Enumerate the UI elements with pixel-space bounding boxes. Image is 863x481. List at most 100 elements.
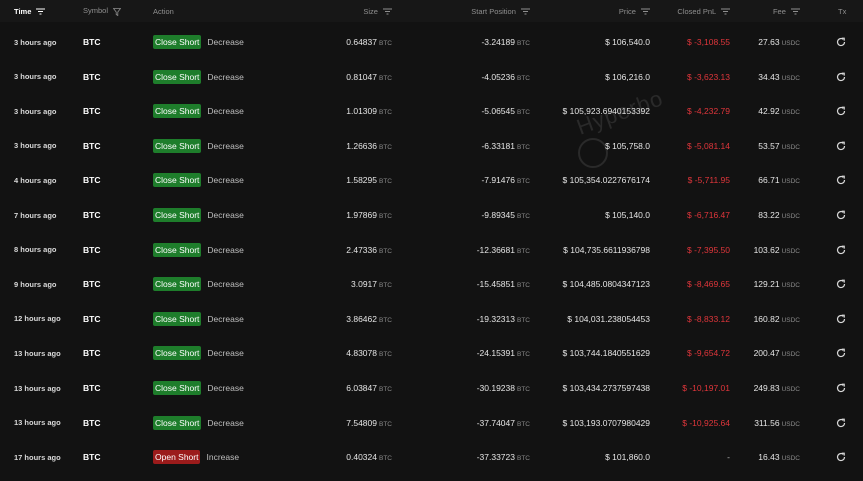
trade-symbol[interactable]: BTC — [83, 245, 100, 255]
size-value: 0.81047 — [346, 71, 377, 82]
fee-value: 16.43 — [758, 452, 780, 463]
start-position-value: -4.05236 — [481, 71, 515, 82]
action-direction: Decrease — [207, 37, 244, 47]
external-link-icon[interactable] — [835, 140, 847, 152]
action-badge: Close Short — [153, 346, 202, 361]
tx-header-label: Tx — [838, 6, 847, 16]
trade-fee: 27.63 USDC — [758, 37, 800, 47]
trade-symbol[interactable]: BTC — [83, 106, 100, 116]
fee-unit: USDC — [781, 282, 800, 290]
trade-time: 7 hours ago — [14, 210, 57, 220]
external-link-icon[interactable] — [835, 451, 847, 463]
trade-price: $ 106,216.0 — [605, 71, 650, 82]
size-column-header[interactable]: Size — [363, 7, 392, 16]
trade-size: 2.47336 BTC — [346, 245, 392, 255]
external-link-icon[interactable] — [835, 105, 847, 117]
trade-symbol[interactable]: BTC — [83, 37, 100, 47]
trade-closed-pnl: $ -8,833.12 — [686, 313, 730, 324]
fee-unit: USDC — [781, 143, 800, 151]
size-unit: BTC — [379, 143, 392, 151]
table-row: 3 hours ago BTC Close Short Decrease 1.2… — [0, 129, 863, 163]
sort-icon[interactable] — [721, 8, 730, 15]
symbol-column-header[interactable]: Symbol — [83, 6, 122, 16]
action-direction: Decrease — [207, 348, 244, 359]
trade-symbol[interactable]: BTC — [83, 210, 100, 220]
external-link-icon[interactable] — [835, 278, 847, 290]
trade-symbol[interactable]: BTC — [83, 452, 100, 462]
price-column-header[interactable]: Price — [619, 7, 650, 16]
trade-closed-pnl: $ -10,925.64 — [682, 417, 730, 428]
tx-column-header: Tx — [838, 7, 846, 16]
sort-icon[interactable] — [791, 8, 800, 15]
fee-unit: USDC — [781, 74, 800, 82]
trade-start-position: -30.19238 BTC — [477, 383, 530, 393]
trade-time: 8 hours ago — [14, 245, 57, 255]
action-badge: Close Short — [153, 104, 202, 119]
trade-time: 3 hours ago — [14, 141, 57, 151]
closed-pnl-column-header[interactable]: Closed PnL — [677, 7, 730, 16]
action-badge: Close Short — [153, 173, 202, 188]
table-row: 13 hours ago BTC Close Short Decrease 4.… — [0, 336, 863, 370]
start-position-unit: BTC — [517, 351, 530, 359]
trade-closed-pnl: $ -4,232.79 — [686, 106, 730, 117]
size-value: 7.54809 — [346, 417, 377, 428]
trade-start-position: -7.91476 BTC — [481, 175, 530, 185]
sort-icon[interactable] — [36, 8, 46, 15]
trade-closed-pnl: $ -3,623.13 — [686, 71, 730, 82]
sort-icon[interactable] — [641, 8, 650, 15]
external-link-icon[interactable] — [835, 313, 847, 325]
trade-symbol[interactable]: BTC — [83, 314, 100, 324]
start-position-column-header[interactable]: Start Position — [471, 7, 530, 16]
action-direction: Increase — [206, 452, 240, 463]
trade-size: 3.0917 BTC — [351, 279, 392, 289]
start-position-unit: BTC — [517, 213, 530, 220]
trade-size: 0.81047 BTC — [346, 72, 392, 82]
start-position-unit: BTC — [517, 247, 530, 255]
trade-action: Open Short Increase — [153, 450, 240, 465]
external-link-icon[interactable] — [835, 36, 847, 48]
external-link-icon[interactable] — [835, 382, 847, 394]
trade-time: 13 hours ago — [14, 348, 61, 358]
fee-header-label: Fee — [772, 6, 786, 16]
start-position-value: -15.45851 — [476, 279, 515, 290]
trade-start-position: -19.32313 BTC — [477, 314, 530, 324]
external-link-icon[interactable] — [835, 347, 847, 359]
time-column-header[interactable]: Time — [14, 7, 46, 16]
fee-unit: USDC — [781, 420, 800, 428]
trade-closed-pnl: $ -8,469.65 — [686, 279, 730, 290]
size-value: 1.26636 — [346, 140, 377, 151]
trade-symbol[interactable]: BTC — [83, 279, 100, 289]
trade-price: $ 106,540.0 — [605, 37, 650, 47]
fee-value: 34.43 — [758, 71, 780, 82]
size-value: 1.58295 — [346, 175, 377, 186]
external-link-icon[interactable] — [835, 174, 847, 186]
sort-icon[interactable] — [521, 8, 530, 15]
trade-action: Close Short Decrease — [153, 104, 244, 119]
size-value: 1.97869 — [346, 210, 377, 220]
trade-symbol[interactable]: BTC — [83, 141, 100, 151]
trade-symbol[interactable]: BTC — [83, 418, 100, 428]
table-row: 8 hours ago BTC Close Short Decrease 2.4… — [0, 233, 863, 267]
fee-column-header[interactable]: Fee — [773, 7, 800, 16]
external-link-icon[interactable] — [835, 209, 847, 221]
trade-fee: 160.82 USDC — [754, 314, 800, 324]
fee-unit: USDC — [781, 351, 800, 359]
trade-price: $ 104,031.238054453 — [567, 313, 650, 324]
symbol-header-label: Symbol — [83, 6, 109, 16]
trade-action: Close Short Decrease — [153, 138, 244, 153]
fee-value: 66.71 — [758, 175, 780, 186]
fee-unit: USDC — [781, 213, 800, 220]
trade-history-table: Hyperbo Time Symbol Action Size Start Po… — [0, 0, 863, 481]
trade-action: Close Short Decrease — [153, 69, 244, 84]
trade-symbol[interactable]: BTC — [83, 383, 100, 393]
fee-value: 27.63 — [758, 37, 780, 47]
trade-symbol[interactable]: BTC — [83, 175, 100, 185]
trade-symbol[interactable]: BTC — [83, 72, 100, 82]
trade-symbol[interactable]: BTC — [83, 348, 100, 358]
sort-icon[interactable] — [383, 8, 392, 15]
external-link-icon[interactable] — [835, 244, 847, 256]
filter-icon[interactable] — [113, 7, 122, 16]
action-badge: Close Short — [153, 277, 202, 292]
external-link-icon[interactable] — [835, 417, 847, 429]
external-link-icon[interactable] — [835, 71, 847, 83]
